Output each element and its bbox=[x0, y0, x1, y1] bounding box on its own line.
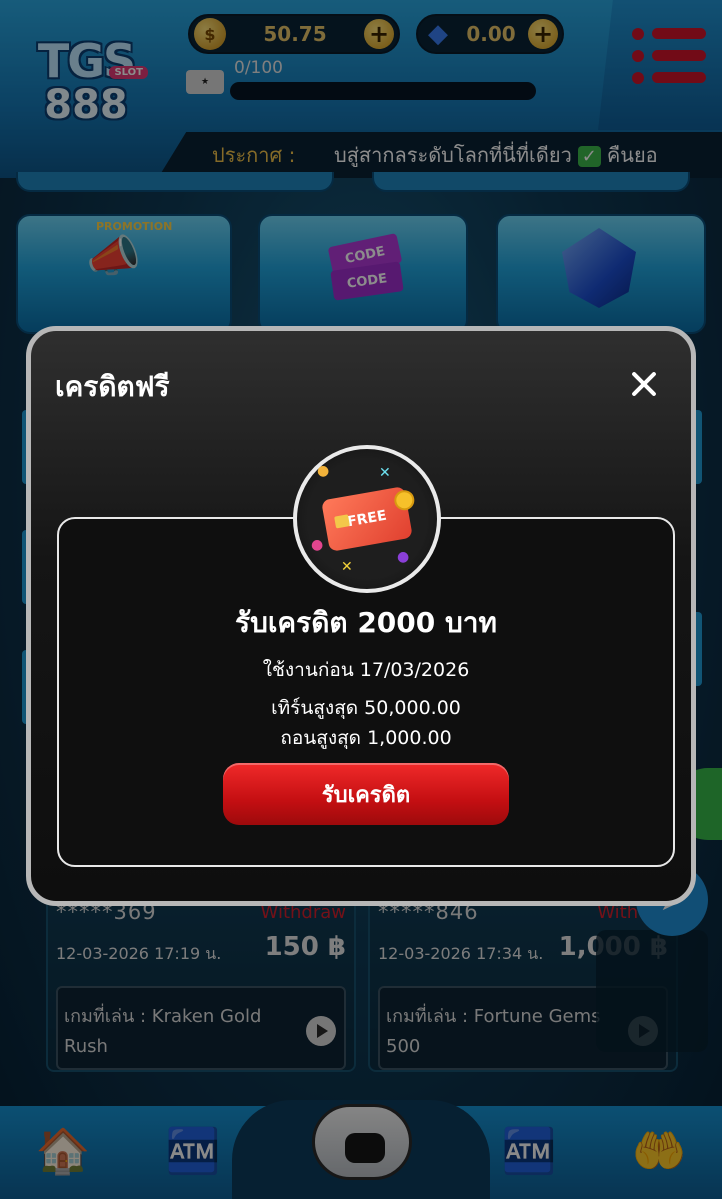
claim-credit-button[interactable]: รับเครดิต bbox=[223, 763, 509, 825]
max-turnover: เทิร์นสูงสุด 50,000.00 bbox=[271, 697, 461, 719]
free-credit-badge: FREE ● ✕ ● ✕ ● bbox=[293, 445, 441, 593]
credit-card-icon: FREE bbox=[321, 486, 416, 552]
sparkle-icon: ✕ bbox=[379, 465, 391, 481]
use-before-date: ใช้งานก่อน 17/03/2026 bbox=[262, 659, 470, 681]
free-credit-modal: เครดิตฟรี รับเครดิต 2000 บาท ใช้งานก่อน … bbox=[26, 326, 696, 906]
sparkle-icon: ● bbox=[311, 537, 324, 553]
close-icon[interactable] bbox=[627, 367, 661, 401]
reward-title: รับเครดิต 2000 บาท bbox=[235, 606, 497, 639]
modal-title: เครดิตฟรี bbox=[55, 370, 170, 403]
sparkle-icon: ● bbox=[397, 549, 410, 565]
coin-sparkle-icon: ● bbox=[317, 463, 330, 479]
sparkle-icon: ✕ bbox=[341, 559, 353, 575]
free-card-label: FREE bbox=[346, 507, 388, 531]
max-withdraw: ถอนสูงสุด 1,000.00 bbox=[280, 727, 452, 749]
